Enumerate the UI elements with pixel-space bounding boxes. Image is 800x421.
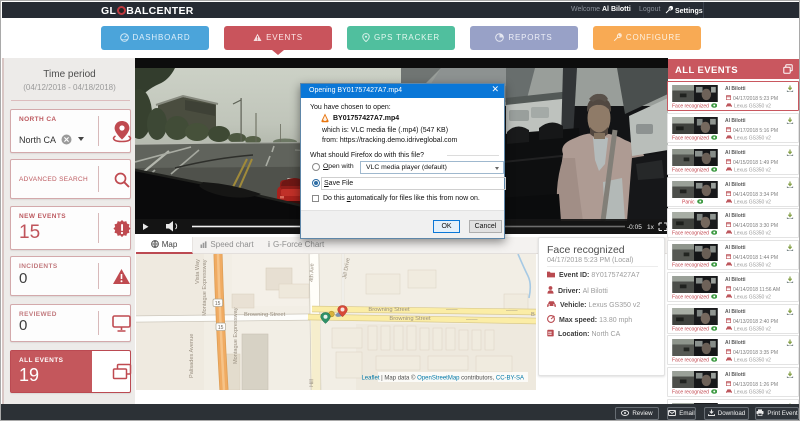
svg-text:Browning Street: Browning Street bbox=[368, 307, 410, 313]
svg-text:B: B bbox=[531, 312, 535, 318]
svg-text:15: 15 bbox=[218, 325, 224, 331]
svg-text:15: 15 bbox=[215, 301, 221, 307]
svg-text:Browning Street: Browning Street bbox=[389, 316, 431, 322]
svg-text:4th Ave: 4th Ave bbox=[309, 263, 316, 282]
svg-text:——: —— bbox=[446, 307, 458, 313]
svg-text:-0:05: -0:05 bbox=[627, 224, 642, 231]
svg-text:Montague Expressway: Montague Expressway bbox=[233, 307, 239, 364]
svg-text:Vista Way: Vista Way bbox=[195, 259, 201, 284]
svg-text:Montague Expressway: Montague Expressway bbox=[202, 259, 208, 316]
svg-text:Browning Street: Browning Street bbox=[244, 312, 286, 318]
svg-text:——: —— bbox=[506, 308, 518, 314]
svg-text:Leaflet | Map data © OpenStree: Leaflet | Map data © OpenStreetMap contr… bbox=[361, 375, 524, 382]
svg-text:——: —— bbox=[466, 317, 478, 323]
svg-text:Hill: Hill bbox=[309, 379, 315, 387]
svg-text:1x: 1x bbox=[647, 224, 655, 231]
svg-text:Palisades Avenue: Palisades Avenue bbox=[189, 334, 195, 378]
